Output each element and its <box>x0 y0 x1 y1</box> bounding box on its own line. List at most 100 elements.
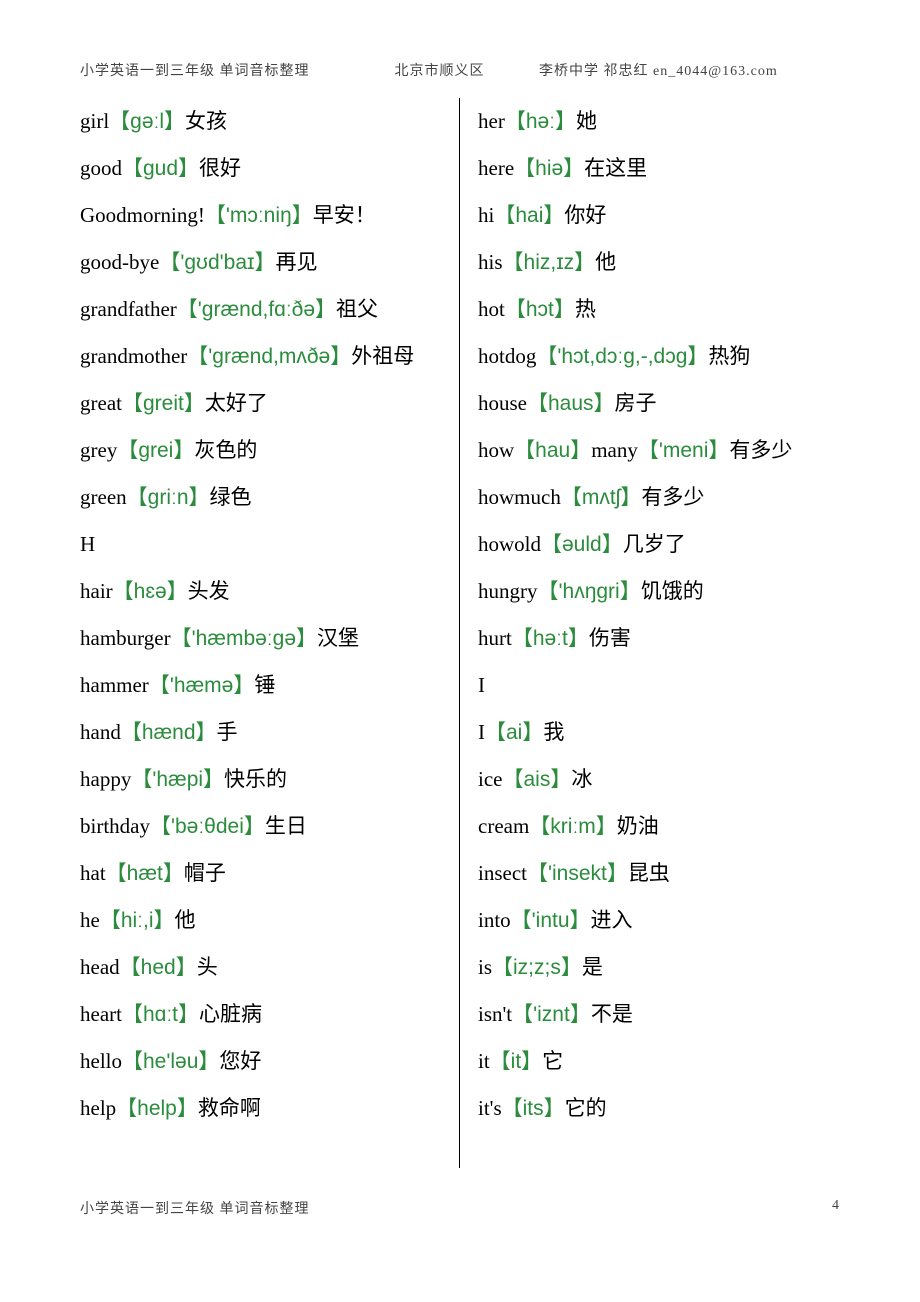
entry-phonetic: 【'ɡrænd,fɑːðə】 <box>177 298 336 321</box>
vocab-entry: hat【hæt】帽子 <box>80 850 441 897</box>
entry-word: hamburger <box>80 626 171 650</box>
entry-phonetic: 【mʌtʃ】 <box>561 486 642 509</box>
footer-text: 小学英语一到三年级 单词音标整理 <box>80 1198 310 1218</box>
vocab-entry: grandfather【'ɡrænd,fɑːðə】祖父 <box>80 286 441 333</box>
entry-phonetic: 【həː】 <box>505 110 576 133</box>
vocab-entry: good-bye【'ɡʊd'baɪ】再见 <box>80 239 441 286</box>
entry-phonetic: 【'hʌŋɡri】 <box>538 580 641 603</box>
footer-page-number: 4 <box>832 1198 840 1218</box>
vocab-entry: birthday【'bəːθdei】生日 <box>80 803 441 850</box>
entry-translation: 我 <box>543 720 564 744</box>
entry-word: hungry <box>478 579 538 603</box>
entry-word: happy <box>80 767 131 791</box>
entry-translation: 再见 <box>275 250 317 274</box>
entry-translation: 女孩 <box>185 109 227 133</box>
vocab-entry: grandmother【'ɡrænd,mʌðə】外祖母 <box>80 333 441 380</box>
entry-word: howold <box>478 532 541 556</box>
entry-word: hello <box>80 1049 122 1073</box>
entry-phonetic: 【hɔt】 <box>505 298 575 321</box>
vocab-entry: he【hiː,i】他 <box>80 897 441 944</box>
entry-phonetic: 【'hæpi】 <box>131 768 224 791</box>
header-title-mid: 北京市顺义区 <box>395 60 535 80</box>
entry-word: cream <box>478 814 529 838</box>
entry-word: heart <box>80 1002 122 1026</box>
entry-translation: 昆虫 <box>628 861 670 885</box>
header-title-right: 李桥中学 祁忠红 en_4044@163.com <box>539 60 778 80</box>
entry-translation: 绿色 <box>210 485 252 509</box>
entry-word: he <box>80 908 100 932</box>
entry-word: girl <box>80 109 109 133</box>
entry-translation: 进入 <box>591 908 633 932</box>
entry-phonetic: 【'hɔt,dɔːɡ,-,dɔɡ】 <box>536 345 708 368</box>
vocab-entry: isn't【'iznt】不是 <box>478 991 840 1038</box>
entry-word: hair <box>80 579 113 603</box>
entry-translation: 是 <box>582 955 603 979</box>
entry-phonetic: 【hɛə】 <box>113 580 188 603</box>
vocab-entry: into【'intu】进入 <box>478 897 840 944</box>
vocab-entry: here【hiə】在这里 <box>478 145 840 192</box>
vocab-entry: hammer【'hæmə】锤 <box>80 662 441 709</box>
entry-translation: 它 <box>542 1049 563 1073</box>
vocab-entry: hurt【həːt】伤害 <box>478 615 840 662</box>
entry-translation: 汉堡 <box>317 626 359 650</box>
entry-word: it <box>478 1049 490 1073</box>
entry-phonetic: 【haus】 <box>527 392 615 415</box>
entry-phonetic: 【hau】 <box>514 439 591 462</box>
entry-translation: 生日 <box>265 814 307 838</box>
entry-translation: 它的 <box>565 1096 607 1120</box>
entry-translation: 她 <box>576 109 597 133</box>
entry-phonetic: 【hai】 <box>494 204 564 227</box>
vocab-entry: howmuch【mʌtʃ】有多少 <box>478 474 840 521</box>
entry-translation: 热狗 <box>708 344 750 368</box>
entry-translation: 有多少 <box>729 438 792 462</box>
entry-phonetic: 【'hæmbəːɡə】 <box>171 627 317 650</box>
vocab-entry: is【iz;z;s】是 <box>478 944 840 991</box>
vocab-entry: hi【hai】你好 <box>478 192 840 239</box>
content-columns: girl【ɡəːl】女孩good【ɡud】很好Goodmorning!【'mɔː… <box>80 98 840 1168</box>
section-letter: H <box>80 521 441 568</box>
vocab-entry: head【hed】头 <box>80 944 441 991</box>
entry-translation: 奶油 <box>617 814 659 838</box>
entry-phonetic: 【he'ləu】 <box>122 1050 219 1073</box>
vocab-entry: hand【hænd】手 <box>80 709 441 756</box>
vocab-entry: her【həː】她 <box>478 98 840 145</box>
entry-word: hat <box>80 861 106 885</box>
vocab-entry: happy【'hæpi】快乐的 <box>80 756 441 803</box>
entry-phonetic: 【kriːm】 <box>529 815 617 838</box>
entry-phonetic: 【ɡriːn】 <box>127 486 210 509</box>
right-column: her【həː】她here【hiə】在这里hi【hai】你好his【hiz,ɪz… <box>460 98 840 1168</box>
entry-word: here <box>478 156 514 180</box>
entry-word: green <box>80 485 127 509</box>
entry-translation: 在这里 <box>584 156 647 180</box>
entry-phonetic: 【ɡreit】 <box>122 392 205 415</box>
entry-translation: 帽子 <box>184 861 226 885</box>
entry-translation: 很好 <box>199 156 241 180</box>
entry-translation: 手 <box>217 720 238 744</box>
entry-phonetic-2: 【'meni】 <box>638 439 730 462</box>
entry-phonetic: 【help】 <box>116 1097 198 1120</box>
entry-phonetic: 【'insekt】 <box>527 862 628 885</box>
entry-phonetic: 【'ɡrænd,mʌðə】 <box>187 345 351 368</box>
entry-mid-word: many <box>591 438 638 462</box>
entry-translation: 锤 <box>254 673 275 697</box>
left-column: girl【ɡəːl】女孩good【ɡud】很好Goodmorning!【'mɔː… <box>80 98 460 1168</box>
entry-phonetic: 【'ɡʊd'baɪ】 <box>159 251 275 274</box>
entry-word: good <box>80 156 122 180</box>
entry-translation: 他 <box>175 908 196 932</box>
entry-translation: 冰 <box>571 767 592 791</box>
entry-translation: 有多少 <box>641 485 704 509</box>
vocab-entry: help【help】救命啊 <box>80 1085 441 1132</box>
entry-word: insect <box>478 861 527 885</box>
entry-phonetic: 【hiː,i】 <box>100 909 175 932</box>
entry-word: hot <box>478 297 505 321</box>
entry-word: grey <box>80 438 117 462</box>
vocab-entry: Goodmorning!【'mɔːniŋ】早安！ <box>80 192 441 239</box>
entry-word: hotdog <box>478 344 536 368</box>
vocab-entry: his【hiz,ɪz】他 <box>478 239 840 286</box>
entry-phonetic: 【'intu】 <box>511 909 591 932</box>
vocab-entry: howold【əuld】几岁了 <box>478 521 840 568</box>
entry-phonetic: 【həːt】 <box>512 627 589 650</box>
vocab-entry: cream【kriːm】奶油 <box>478 803 840 850</box>
entry-phonetic: 【hɑːt】 <box>122 1003 199 1026</box>
entry-word: ice <box>478 767 502 791</box>
